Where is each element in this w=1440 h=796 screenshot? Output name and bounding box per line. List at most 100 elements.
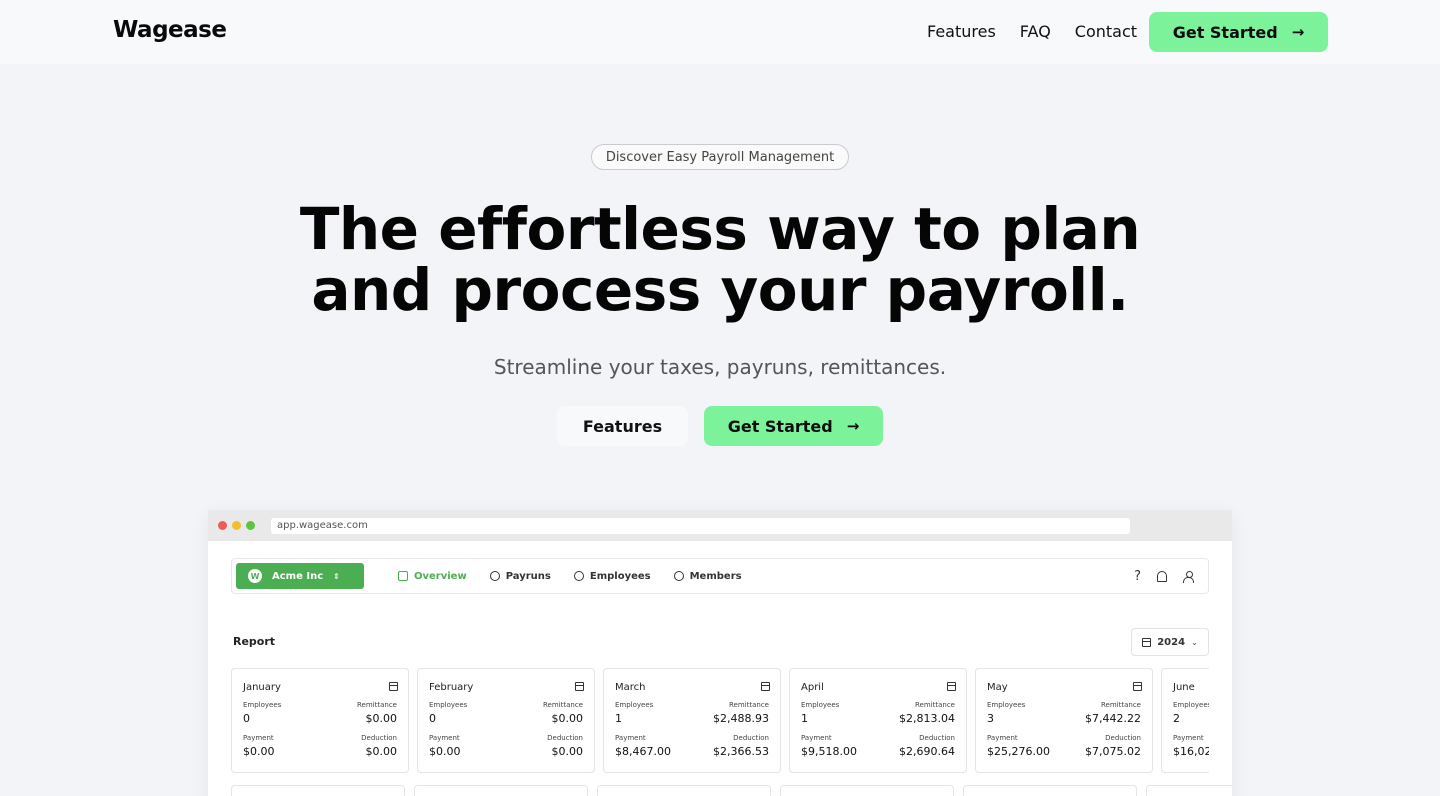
month-card: [780, 785, 954, 796]
remittance-label: Remittance: [543, 701, 583, 709]
coin-icon: [489, 571, 500, 581]
month-name: January: [243, 682, 281, 693]
org-name: Acme Inc: [272, 570, 324, 582]
app-screenshot-mockup: app.wagease.com W Acme Inc ⇕ Overview Pa…: [208, 510, 1232, 796]
url-bar: app.wagease.com: [271, 518, 1130, 534]
hero-headline: The effortless way to plan and process y…: [220, 199, 1220, 321]
get-started-label: Get Started: [727, 416, 833, 436]
hero-subtitle: Streamline your taxes, payruns, remittan…: [493, 355, 947, 379]
deduction-value: $0.00: [551, 745, 584, 758]
month-card: May Employees Remittance 3 $7,442.22 Pay…: [975, 668, 1153, 773]
deduction-value: $7,075.02: [1085, 745, 1141, 758]
deduction-label: Deduction: [1105, 734, 1141, 742]
features-button[interactable]: Features: [557, 406, 688, 446]
deduction-value: $0.00: [365, 745, 398, 758]
calendar-icon: [947, 682, 956, 691]
employees-value: 0: [429, 712, 436, 725]
payment-label: Payment: [615, 734, 646, 742]
get-started-button[interactable]: Get Started →: [704, 406, 883, 446]
payment-value: $16,02: [1173, 745, 1209, 758]
payment-label: Payment: [243, 734, 274, 742]
nav-get-started-button[interactable]: Get Started →: [1149, 12, 1328, 52]
users-icon: [673, 571, 684, 581]
month-name: March: [615, 682, 646, 693]
deduction-label: Deduction: [919, 734, 955, 742]
user-icon: [573, 571, 584, 581]
remittance-value: $0.00: [551, 712, 584, 725]
chevron-updown-icon: ⇕: [333, 571, 340, 581]
employees-value: 1: [801, 712, 808, 725]
payment-value: $0.00: [243, 745, 275, 758]
arrow-right-icon: →: [846, 417, 860, 435]
calendar-icon: [575, 682, 584, 691]
remittance-value: $2,813.04: [899, 712, 955, 725]
calendar-icon: [1142, 637, 1152, 647]
browser-chrome: app.wagease.com: [208, 510, 1232, 541]
employees-value: 0: [243, 712, 250, 725]
month-card: March Employees Remittance 1 $2,488.93 P…: [603, 668, 781, 773]
month-cards: January Employees Remittance 0 $0.00 Pay…: [231, 668, 1209, 778]
chevron-down-icon: ⌄: [1191, 637, 1198, 647]
arrow-right-icon: →: [1291, 23, 1305, 41]
payment-label: Payment: [987, 734, 1018, 742]
deduction-label: Deduction: [547, 734, 583, 742]
month-name: May: [987, 682, 1008, 693]
payment-value: $8,467.00: [615, 745, 671, 758]
employees-value: 2: [1173, 712, 1180, 725]
report-title: Report: [233, 635, 276, 648]
remittance-value: $0.00: [365, 712, 398, 725]
deduction-value: $2,366.53: [713, 745, 769, 758]
org-logo: W: [248, 569, 262, 583]
nav-link-features[interactable]: Features: [927, 12, 996, 52]
month-card: April Employees Remittance 1 $2,813.04 P…: [789, 668, 967, 773]
calendar-icon: [1133, 682, 1142, 691]
window-maximize-dot: [246, 521, 255, 530]
year-value: 2024: [1157, 636, 1186, 648]
employees-label: Employees: [987, 701, 1026, 709]
month-card: [1146, 785, 1232, 796]
month-name: June: [1173, 682, 1195, 693]
month-card: February Employees Remittance 0 $0.00 Pa…: [417, 668, 595, 773]
logo[interactable]: Wagease: [113, 17, 227, 43]
tab-overview-label: Overview: [414, 570, 467, 582]
nav-link-faq[interactable]: FAQ: [1020, 12, 1051, 52]
window-close-dot: [218, 521, 227, 530]
deduction-label: Deduction: [733, 734, 769, 742]
payment-label: Payment: [801, 734, 832, 742]
tab-overview: Overview: [398, 571, 467, 582]
nav-get-started-label: Get Started: [1172, 22, 1278, 42]
month-card: [414, 785, 588, 796]
top-navbar: Wagease Features FAQ Contact Get Started…: [0, 0, 1440, 64]
payment-value: $9,518.00: [801, 745, 857, 758]
remittance-label: Remittance: [729, 701, 769, 709]
payment-value: $0.00: [429, 745, 461, 758]
calendar-icon: [761, 682, 770, 691]
tab-payruns-label: Payruns: [505, 570, 551, 582]
headline-line-2: and process your payroll.: [311, 256, 1129, 324]
tab-employees-label: Employees: [589, 570, 651, 582]
month-name: April: [801, 682, 824, 693]
year-selector: 2024 ⌄: [1131, 628, 1209, 656]
nav-link-contact[interactable]: Contact: [1075, 12, 1137, 52]
headline-line-1: The effortless way to plan: [299, 195, 1141, 263]
org-switcher: W Acme Inc ⇕: [236, 563, 364, 589]
payment-label: Payment: [1173, 734, 1204, 742]
month-card: [597, 785, 771, 796]
remittance-label: Remittance: [1101, 701, 1141, 709]
monitor-icon: [398, 571, 408, 581]
month-card: June Employees 2 Payment $16,02: [1161, 668, 1209, 773]
employees-value: 1: [615, 712, 622, 725]
tab-members: Members: [673, 571, 742, 582]
month-card: [963, 785, 1137, 796]
remittance-label: Remittance: [915, 701, 955, 709]
month-cards-row-2: [231, 785, 1232, 796]
deduction-label: Deduction: [361, 734, 397, 742]
employees-label: Employees: [1173, 701, 1209, 709]
month-name: February: [429, 682, 474, 693]
help-icon: ?: [1134, 568, 1141, 584]
employees-label: Employees: [801, 701, 840, 709]
tab-employees: Employees: [573, 570, 651, 582]
app-header-icons: ?: [1134, 559, 1194, 593]
app-header: W Acme Inc ⇕ Overview Payruns Employees …: [231, 558, 1209, 594]
window-minimize-dot: [232, 521, 241, 530]
